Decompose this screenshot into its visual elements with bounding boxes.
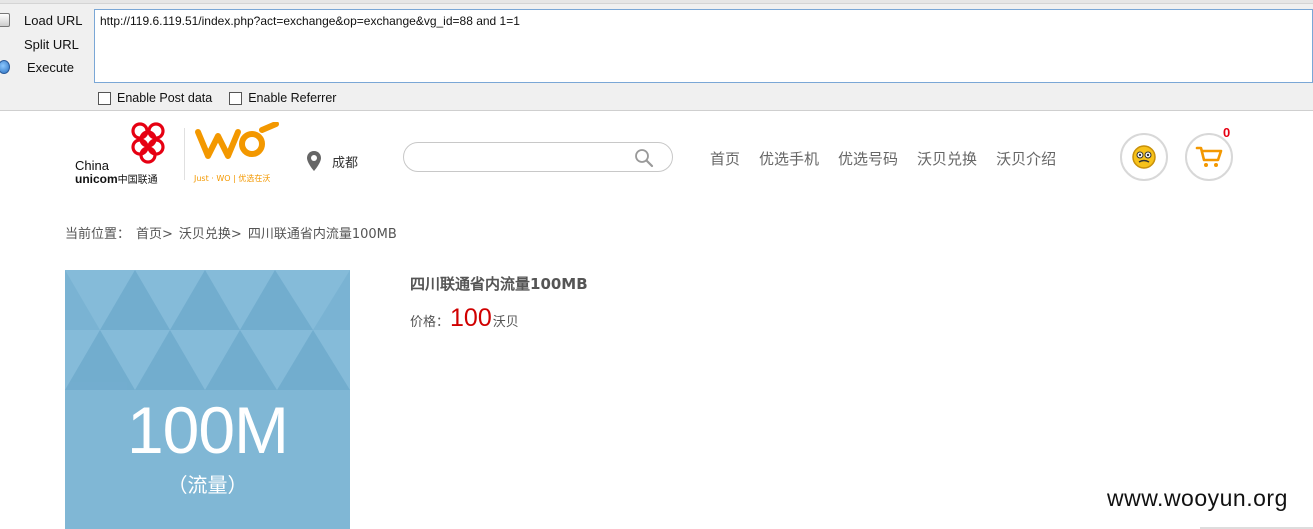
nav-item-exchange[interactable]: 沃贝兑换 (917, 148, 977, 169)
breadcrumb-label: 当前位置： (65, 227, 131, 242)
nav-item-home[interactable]: 首页 (710, 148, 740, 169)
logo-divider (184, 128, 185, 180)
enable-referrer-checkbox[interactable]: Enable Referrer (229, 91, 336, 105)
logo-cn-text: 中国联通 (117, 175, 158, 186)
cart-button[interactable] (1185, 133, 1233, 181)
enable-post-label: Enable Post data (117, 91, 213, 105)
logo-unicom-word: unicom (75, 172, 118, 186)
breadcrumb: 当前位置： 首页> 沃贝兑换> 四川联通省内流量100MB (65, 223, 403, 242)
face-icon (1132, 145, 1156, 169)
execute-icon (0, 60, 10, 74)
nav-item-numbers[interactable]: 优选号码 (838, 148, 898, 169)
execute-button[interactable]: Execute (0, 56, 90, 78)
product-image[interactable]: 100M （流量） (65, 270, 350, 529)
product-title: 四川联通省内流量100MB (410, 275, 588, 293)
logo-tagline: Just · WO | 优选在沃 (194, 174, 271, 183)
load-url-icon (0, 13, 10, 27)
hackbar-options: Enable Post data Enable Referrer (98, 89, 353, 107)
main-nav: 首页 优选手机 优选号码 沃贝兑换 沃贝介绍 (710, 148, 1075, 169)
search-icon[interactable] (634, 148, 654, 168)
breadcrumb-home[interactable]: 首页> (136, 223, 173, 242)
enable-post-checkbox[interactable]: Enable Post data (98, 91, 212, 105)
load-url-button[interactable]: Load URL (0, 9, 90, 31)
price-unit: 沃贝 (492, 315, 519, 330)
hackbar-actions: Load URL Split URL Execute (0, 4, 90, 84)
split-url-button[interactable]: Split URL (0, 33, 90, 55)
web-page: China unicom中国联通 Just · WO | 优选在沃 成都 首页 … (0, 112, 1313, 529)
enable-referrer-label: Enable Referrer (248, 91, 337, 105)
checkbox-box[interactable] (229, 91, 243, 105)
location-label: 成都 (332, 155, 359, 171)
load-url-label: Load URL (24, 12, 83, 28)
search-input[interactable] (403, 142, 673, 172)
user-button[interactable] (1120, 133, 1168, 181)
cart-count-badge: 0 (1223, 125, 1231, 140)
wooyun-watermark: www.wooyun.org (1107, 485, 1288, 511)
toolbar-top-edge (0, 0, 1313, 4)
checkbox-box[interactable] (98, 91, 111, 105)
china-unicom-logo[interactable]: China unicom中国联通 Just · WO | 优选在沃 (74, 120, 289, 186)
unicom-knot-icon (131, 122, 165, 164)
breadcrumb-current: 四川联通省内流量100MB (247, 227, 397, 242)
hackbar-toolbar: Load URL Split URL Execute http://119.6.… (0, 0, 1313, 111)
execute-label: Execute (27, 59, 74, 75)
url-textarea[interactable]: http://119.6.119.51/index.php?act=exchan… (94, 9, 1313, 83)
split-url-label: Split URL (24, 36, 79, 52)
product-price: 价格： 100 沃贝 (410, 304, 519, 333)
product-image-subtitle: （流量） (167, 473, 248, 497)
location-selector[interactable]: 成都 (306, 150, 358, 172)
location-pin-icon (307, 151, 321, 171)
price-value: 100 (450, 304, 492, 332)
nav-item-phones[interactable]: 优选手机 (759, 148, 819, 169)
product-image-title: 100M (126, 393, 289, 467)
wo-logo-icon (195, 122, 279, 159)
cart-icon (1195, 146, 1223, 167)
nav-item-intro[interactable]: 沃贝介绍 (996, 148, 1056, 169)
split-url-icon (0, 37, 10, 51)
price-label: 价格： (410, 315, 450, 330)
logo-unicom-text: unicom中国联通 (75, 171, 158, 186)
breadcrumb-exchange[interactable]: 沃贝兑换> (179, 223, 242, 242)
